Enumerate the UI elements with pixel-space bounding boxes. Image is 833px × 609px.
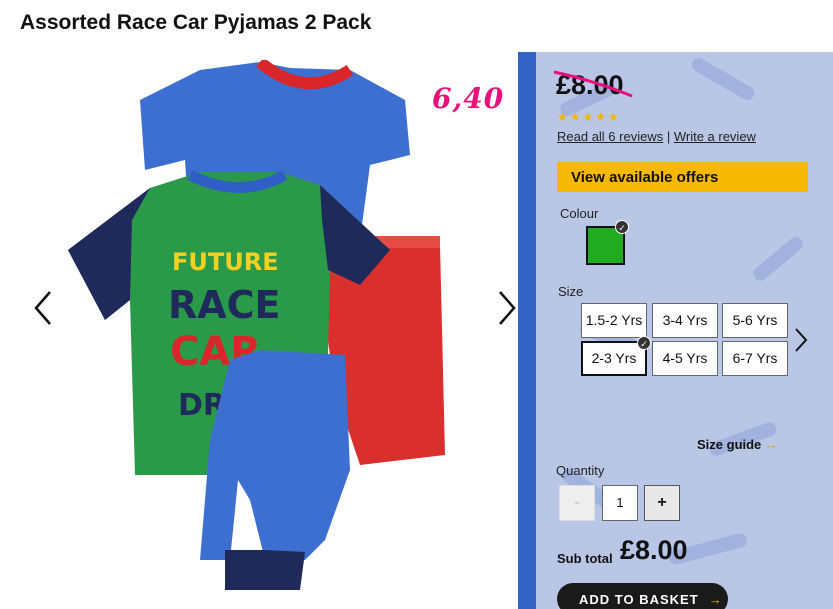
subtotal-value: £8.00: [620, 535, 688, 565]
read-reviews-link[interactable]: Read all 6 reviews: [557, 129, 663, 144]
chevron-left-icon[interactable]: [30, 288, 58, 328]
arrow-right-icon: →: [764, 437, 778, 452]
tshirt-print-race: RACE: [168, 283, 281, 327]
write-review-link[interactable]: Write a review: [674, 129, 756, 144]
add-to-basket-label: ADD TO BASKET: [579, 592, 699, 607]
tshirt-print-future: FUTURE: [172, 248, 279, 276]
size-guide-label: Size guide: [697, 437, 762, 452]
colour-label: Colour: [560, 206, 599, 221]
product-title: Assorted Race Car Pyjamas 2 Pack: [20, 11, 372, 34]
checkmark-icon: ✓: [637, 336, 651, 350]
add-to-basket-button[interactable]: ADD TO BASKET →: [557, 583, 728, 609]
handwritten-sale-price: 6,40: [432, 82, 505, 115]
reviews-links: Read all 6 reviews | Write a review: [557, 129, 756, 144]
size-option[interactable]: 4-5 Yrs: [652, 341, 718, 376]
size-guide-link[interactable]: Size guide →: [697, 437, 778, 452]
quantity-label: Quantity: [556, 463, 605, 478]
product-image: FUTURE RACE CAR DRIVE: [68, 60, 445, 590]
rating-stars: ★★★★★: [557, 110, 621, 124]
chevron-right-icon[interactable]: [792, 326, 810, 354]
quantity-decrease-button[interactable]: -: [559, 485, 595, 521]
size-option[interactable]: 3-4 Yrs: [652, 303, 718, 338]
price-strikethrough: [553, 70, 633, 98]
size-option[interactable]: 5-6 Yrs: [722, 303, 788, 338]
reviews-separator: |: [663, 129, 674, 144]
quantity-input[interactable]: 1: [602, 485, 638, 521]
quantity-increase-button[interactable]: +: [644, 485, 680, 521]
size-option[interactable]: 1.5-2 Yrs: [581, 303, 647, 338]
chevron-right-icon[interactable]: [492, 288, 520, 328]
size-option[interactable]: 6-7 Yrs: [722, 341, 788, 376]
subtotal-label: Sub total: [557, 551, 613, 566]
size-label: Size: [558, 284, 584, 299]
checkmark-icon: ✓: [615, 220, 629, 234]
view-offers-button[interactable]: View available offers: [557, 162, 808, 192]
arrow-right-icon: →: [708, 592, 723, 607]
